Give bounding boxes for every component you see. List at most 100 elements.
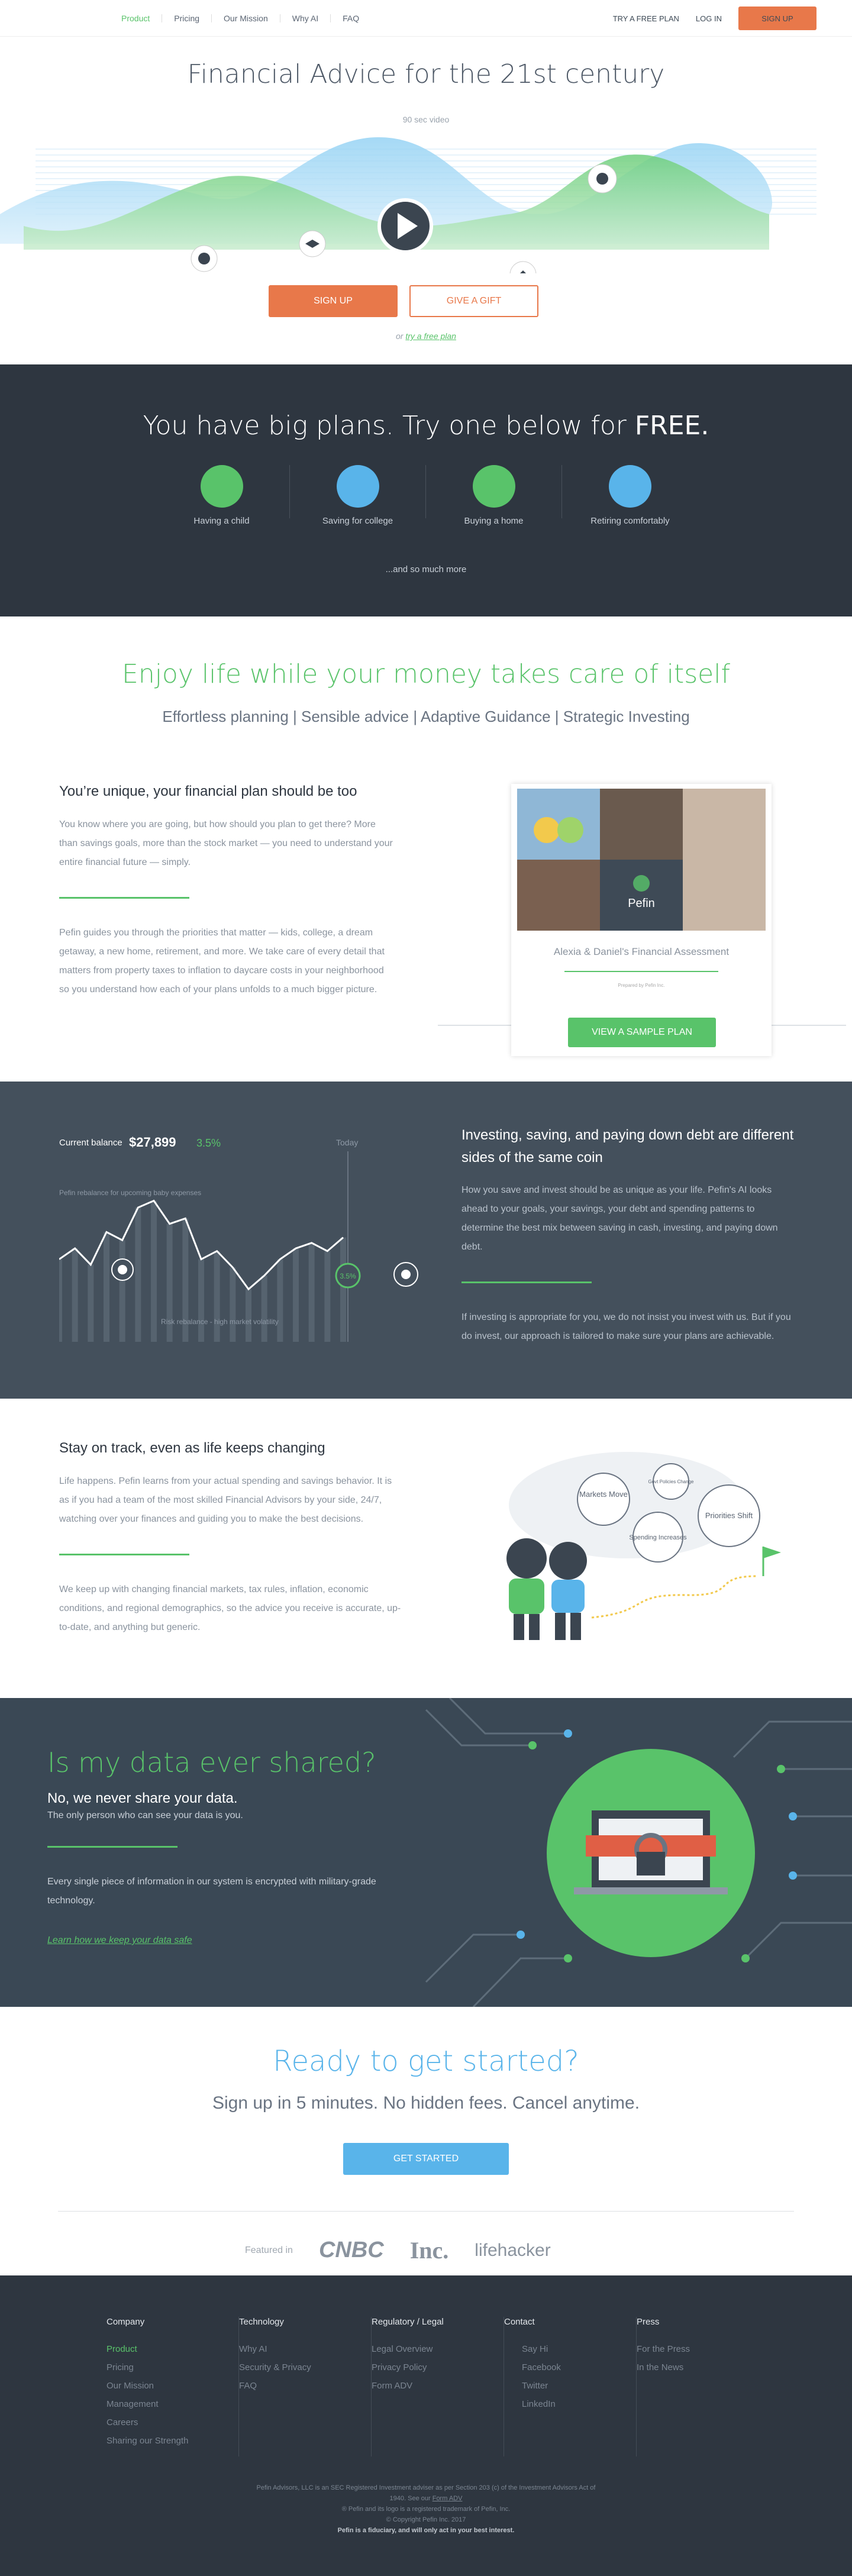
footer-link[interactable]: Why AI — [239, 2340, 365, 2358]
nav-link-product[interactable]: Product — [109, 14, 163, 22]
chart-bar — [214, 1251, 220, 1342]
today-label: Today — [336, 1138, 358, 1147]
stay-heading: Stay on track, even as life keeps changi… — [59, 1440, 325, 1456]
baby-marker-icon — [111, 1258, 134, 1281]
hero-section: Financial Advice for the 21st century 90… — [0, 37, 852, 364]
growth-marker-label: 3.5% — [340, 1272, 356, 1280]
hero-wave-illustration — [0, 137, 816, 273]
footer-heading: Press — [637, 2317, 660, 2327]
investing-section: Current balance $27,899 3.5% Today Pefin… — [0, 1082, 852, 1399]
nav-link-pricing[interactable]: Pricing — [162, 14, 212, 22]
video-label: 90 sec video — [402, 115, 450, 124]
sample-plan-card: Pefin Alexia & Daniel's Financial Assess… — [511, 784, 772, 1056]
investing-paragraph-2: If investing is appropriate for you, we … — [462, 1312, 791, 1341]
nav-signup-button[interactable]: SIGN UP — [738, 7, 816, 30]
card-prepared-by: Prepared by Pefin Inc. — [618, 983, 665, 988]
footer-link[interactable]: Management — [106, 2395, 233, 2413]
chart-bar — [308, 1242, 315, 1342]
chart-bar — [340, 1237, 346, 1342]
couple-illustration — [506, 1538, 587, 1640]
stay-paragraph-1: Life happens. Pefin learns from your act… — [59, 1476, 392, 1524]
footer-link[interactable]: Our Mission — [106, 2377, 233, 2395]
play-video-button[interactable] — [376, 196, 435, 256]
big-plans-heading-text: You have big plans. Try one below for — [143, 411, 627, 441]
bubble-label: Spending Increases — [629, 1534, 687, 1541]
hero-title: Financial Advice for the 21st century — [187, 59, 665, 89]
data-paragraph-2: Every single piece of information in our… — [47, 1877, 376, 1906]
nav-link-faq[interactable]: FAQ — [331, 14, 371, 22]
legal-line: ® Pefin and its logo is a registered tra… — [341, 2506, 511, 2513]
unique-plan-paragraph-1: You know where you are going, but how sh… — [59, 819, 393, 867]
data-subtitle: No, we never share your data. — [47, 1790, 238, 1806]
plan-options: Having a child Saving for college Buying… — [154, 465, 698, 526]
top-nav: Product Pricing Our Mission Why AI FAQ T… — [0, 0, 852, 37]
enjoy-title: Enjoy life while your money takes care o… — [122, 659, 730, 689]
big-plans-section: You have big plans. Try one below for FR… — [0, 364, 852, 616]
big-plans-heading: You have big plans. Try one below for FR… — [0, 411, 852, 441]
footer-col-technology: Technology Why AI Security & Privacy FAQ — [239, 2317, 372, 2456]
divider — [462, 1281, 592, 1283]
footer-link[interactable]: Privacy Policy — [372, 2358, 498, 2377]
nav-link-our-mission[interactable]: Our Mission — [212, 14, 280, 22]
bubble-markets-move: Markets Move — [577, 1473, 630, 1526]
login-link[interactable]: LOG IN — [696, 14, 722, 23]
footer-link[interactable]: Say Hi — [504, 2340, 630, 2358]
chart-bar — [104, 1232, 109, 1342]
plan-label: Saving for college — [322, 516, 393, 526]
growth-marker: 3.5% — [335, 1263, 361, 1289]
divider — [59, 1554, 189, 1555]
nav-links: Product Pricing Our Mission Why AI FAQ — [109, 0, 371, 37]
footer-link[interactable]: Careers — [106, 2413, 233, 2432]
plan-having-child[interactable]: Having a child — [154, 465, 290, 526]
try-free-plan-hero-link[interactable]: try a free plan — [405, 331, 456, 341]
hero-signup-button[interactable]: SIGN UP — [269, 285, 398, 317]
footer-heading: Technology — [239, 2317, 284, 2327]
footer-link[interactable]: Form ADV — [372, 2377, 498, 2395]
footer-heading: Contact — [504, 2317, 535, 2327]
plan-saving-college[interactable]: Saving for college — [290, 465, 426, 526]
big-plans-heading-free: FREE. — [634, 411, 709, 441]
give-gift-button[interactable]: GIVE A GIFT — [409, 285, 538, 317]
footer-heading: Company — [106, 2317, 145, 2327]
footer-col-press: Press For the Press In the News — [637, 2317, 769, 2456]
footer-link[interactable]: Security & Privacy — [239, 2358, 365, 2377]
graduation-cap-icon — [299, 230, 326, 257]
learn-data-safe-link[interactable]: Learn how we keep your data safe — [47, 1935, 192, 1946]
footer-link[interactable]: Pricing — [106, 2358, 233, 2377]
footer-link[interactable]: FAQ — [239, 2377, 365, 2395]
footer-link[interactable]: Product — [106, 2340, 233, 2358]
footer-col-legal: Regulatory / Legal Legal Overview Privac… — [372, 2317, 504, 2456]
bubble-label: Markets Move — [579, 1490, 628, 1499]
footer-link[interactable]: LinkedIn — [504, 2395, 630, 2413]
footer: Company Product Pricing Our Mission Mana… — [0, 2275, 852, 2576]
data-privacy-text: Is my data ever shared? No, we never sha… — [47, 1747, 402, 1946]
balance-value: $27,899 — [129, 1135, 176, 1150]
retirement-icon — [588, 164, 617, 193]
footer-link[interactable]: Sharing our Strength — [106, 2432, 233, 2450]
view-sample-plan-button[interactable]: VIEW A SAMPLE PLAN — [568, 1018, 716, 1047]
try-free-plan-link[interactable]: TRY A FREE PLAN — [613, 14, 679, 23]
plan-buying-home[interactable]: Buying a home — [426, 465, 562, 526]
footer-link[interactable]: For the Press — [637, 2340, 763, 2358]
divider — [47, 1846, 178, 1848]
form-adv-link[interactable]: Form ADV — [433, 2495, 463, 2502]
chart-bar — [135, 1208, 141, 1342]
data-paragraph-1: The only person who can see your data is… — [47, 1810, 243, 1820]
bubble-label: Govt Policies Change — [648, 1479, 694, 1484]
chart-bar — [230, 1267, 236, 1342]
nav-link-why-ai[interactable]: Why AI — [280, 14, 331, 22]
plan-retiring[interactable]: Retiring comfortably — [562, 465, 698, 526]
investing-heading: Investing, saving, and paying down debt … — [462, 1127, 794, 1166]
footer-link[interactable]: Facebook — [504, 2358, 630, 2377]
laptop-lock-icon — [574, 1810, 728, 1894]
or-text: or — [396, 331, 404, 341]
footer-link[interactable]: In the News — [637, 2358, 763, 2377]
goal-flag-icon — [762, 1547, 781, 1576]
footer-link[interactable]: Twitter — [504, 2377, 630, 2395]
and-more-link[interactable]: ...and so much more — [0, 564, 852, 574]
get-started-button[interactable]: GET STARTED — [343, 2143, 509, 2175]
data-privacy-section: Is my data ever shared? No, we never sha… — [0, 1698, 852, 2007]
footer-heading: Regulatory / Legal — [372, 2317, 444, 2327]
footer-link[interactable]: Legal Overview — [372, 2340, 498, 2358]
lifehacker-logo: lifehacker — [475, 2240, 551, 2260]
